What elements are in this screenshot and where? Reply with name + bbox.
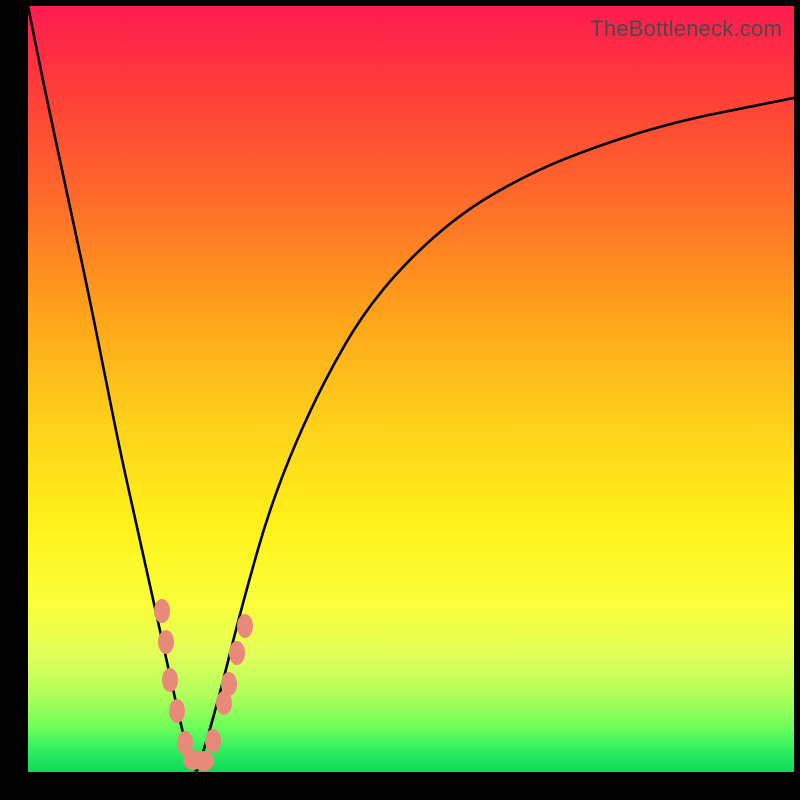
- data-marker: [221, 672, 237, 696]
- data-marker: [194, 751, 214, 771]
- curve-layer: [28, 6, 794, 772]
- chart-frame: TheBottleneck.com: [0, 0, 800, 800]
- curve-right-arm: [197, 98, 794, 772]
- data-marker: [205, 729, 221, 753]
- data-marker: [169, 699, 185, 723]
- data-marker: [237, 614, 253, 638]
- data-marker: [229, 641, 245, 665]
- curve-left-arm: [28, 6, 197, 772]
- plot-area: TheBottleneck.com: [28, 6, 794, 772]
- data-marker: [162, 668, 178, 692]
- data-marker: [158, 630, 174, 654]
- data-marker: [154, 599, 170, 623]
